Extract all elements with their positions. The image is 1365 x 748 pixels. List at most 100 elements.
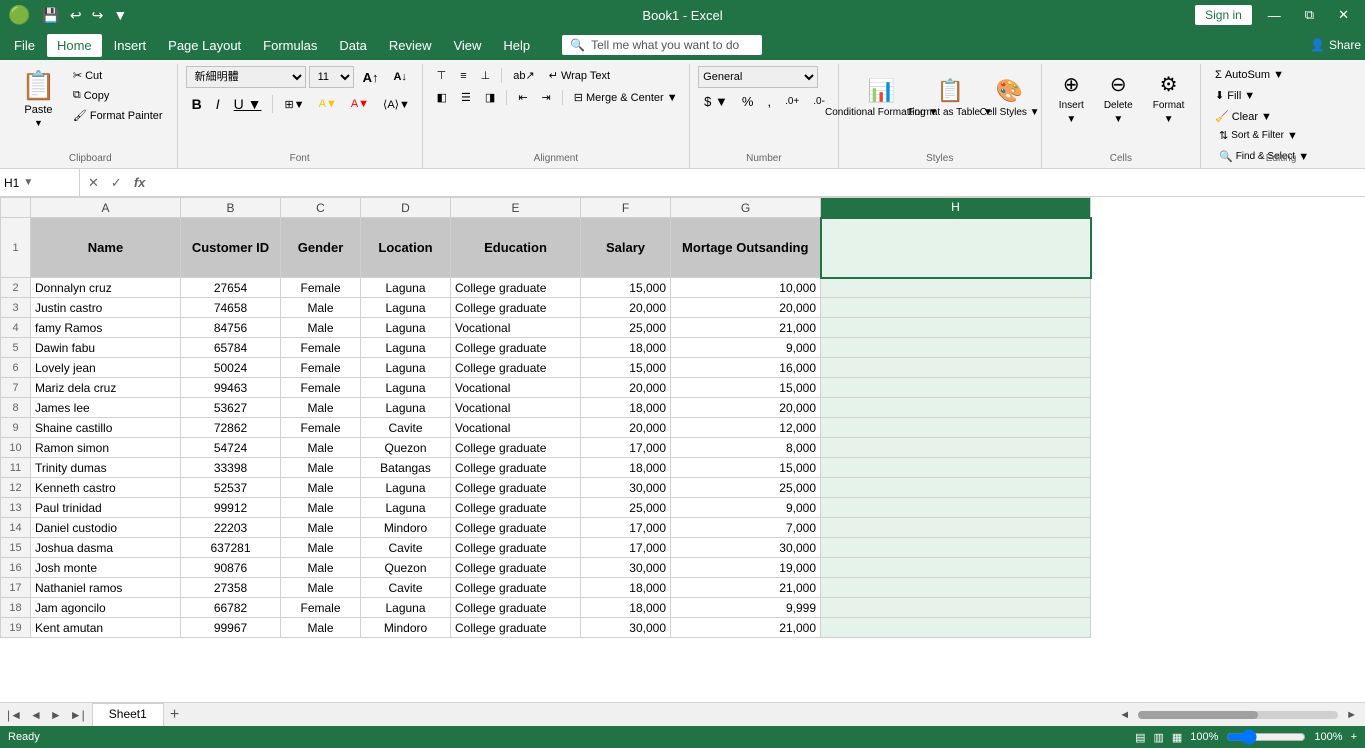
cell-salary[interactable]: 15,000 <box>581 278 671 298</box>
align-top-button[interactable]: ⊤ <box>431 66 453 85</box>
menu-review[interactable]: Review <box>379 34 442 57</box>
cell-customerid[interactable]: 53627 <box>181 398 281 418</box>
cell-name[interactable]: Joshua dasma <box>31 538 181 558</box>
cell-mortgage[interactable]: 7,000 <box>671 518 821 538</box>
decrease-font-button[interactable]: A↓ <box>387 68 412 86</box>
cell-location[interactable]: Quezon <box>361 558 451 578</box>
align-right-button[interactable]: ◨ <box>479 88 501 107</box>
cancel-formula-button[interactable]: ✕ <box>84 173 103 193</box>
wrap-text-button[interactable]: ↵ Wrap Text <box>543 66 616 85</box>
cell-education[interactable]: College graduate <box>451 458 581 478</box>
cell-name[interactable]: James lee <box>31 398 181 418</box>
decrease-indent-button[interactable]: ⇤ <box>512 88 533 107</box>
cell-name[interactable]: famy Ramos <box>31 318 181 338</box>
cell-h[interactable] <box>821 418 1091 438</box>
increase-font-button[interactable]: A↑ <box>357 67 385 88</box>
cell-location[interactable]: Cavite <box>361 418 451 438</box>
cell-customerid[interactable]: 27654 <box>181 278 281 298</box>
cell-h[interactable] <box>821 578 1091 598</box>
add-sheet-button[interactable]: + <box>166 703 183 726</box>
comma-button[interactable]: , <box>761 91 777 112</box>
cell-location[interactable]: Mindoro <box>361 618 451 638</box>
col-header-G[interactable]: G <box>671 198 821 218</box>
cell-location[interactable]: Laguna <box>361 318 451 338</box>
cell-name[interactable]: Trinity dumas <box>31 458 181 478</box>
align-left-button[interactable]: ◧ <box>431 88 453 107</box>
insert-button[interactable]: ⊕ Insert ▼ <box>1050 66 1093 130</box>
scroll-right-button[interactable]: ► <box>1346 709 1357 721</box>
menu-data[interactable]: Data <box>329 34 376 57</box>
cell-location[interactable]: Batangas <box>361 458 451 478</box>
cell-name[interactable]: Justin castro <box>31 298 181 318</box>
cell-gender[interactable]: Male <box>281 478 361 498</box>
col-header-D[interactable]: D <box>361 198 451 218</box>
cell-name[interactable]: Kent amutan <box>31 618 181 638</box>
cell-customerid[interactable]: 66782 <box>181 598 281 618</box>
zoom-in-button[interactable]: + <box>1351 731 1357 743</box>
customize-quick-access-icon[interactable]: ▼ <box>111 5 129 25</box>
cell-education[interactable]: College graduate <box>451 518 581 538</box>
cell-salary[interactable]: 18,000 <box>581 578 671 598</box>
cell-name[interactable]: Jam agoncilo <box>31 598 181 618</box>
minimize-button[interactable]: — <box>1260 6 1289 25</box>
layout-view-button[interactable]: ▥ <box>1153 731 1163 744</box>
first-sheet-button[interactable]: |◄ <box>4 708 25 722</box>
cell-name[interactable]: Ramon simon <box>31 438 181 458</box>
cell-education[interactable]: College graduate <box>451 598 581 618</box>
font-name-select[interactable]: 新細明體 <box>186 66 306 88</box>
cell-salary[interactable]: 30,000 <box>581 478 671 498</box>
cell-name[interactable]: Donnalyn cruz <box>31 278 181 298</box>
cell-mortgage[interactable]: 21,000 <box>671 578 821 598</box>
next-sheet-button[interactable]: ► <box>47 708 65 722</box>
align-middle-button[interactable]: ≡ <box>454 67 472 85</box>
cell-education[interactable]: Vocational <box>451 378 581 398</box>
col-header-B[interactable]: B <box>181 198 281 218</box>
cell-customerid[interactable]: 84756 <box>181 318 281 338</box>
cell-h[interactable] <box>821 558 1091 578</box>
paste-button[interactable]: 📋 Paste ▼ <box>12 66 65 130</box>
cell-mortgage[interactable]: 12,000 <box>671 418 821 438</box>
cell-education[interactable]: College graduate <box>451 538 581 558</box>
font-size-select[interactable]: 11 <box>309 66 354 88</box>
cell-location[interactable]: Laguna <box>361 398 451 418</box>
format-cells-button[interactable]: ⚙ Format ▼ <box>1144 66 1194 130</box>
cell-h[interactable] <box>821 538 1091 558</box>
cell-salary[interactable]: 17,000 <box>581 438 671 458</box>
italic-button[interactable]: I <box>210 93 226 115</box>
cell-h[interactable] <box>821 278 1091 298</box>
cell-mortgage[interactable]: 19,000 <box>671 558 821 578</box>
cell-gender[interactable]: Male <box>281 518 361 538</box>
cell-h[interactable] <box>821 618 1091 638</box>
cell-gender[interactable]: Male <box>281 458 361 478</box>
cell-h[interactable] <box>821 478 1091 498</box>
name-box[interactable]: H1 ▼ <box>0 169 80 196</box>
cell-gender[interactable]: Female <box>281 378 361 398</box>
cell-mortgage[interactable]: 9,999 <box>671 598 821 618</box>
cell-name[interactable]: Lovely jean <box>31 358 181 378</box>
restore-button[interactable]: ⧉ <box>1297 5 1322 25</box>
cell-salary[interactable]: 20,000 <box>581 298 671 318</box>
cell-gender[interactable]: Male <box>281 558 361 578</box>
cell-education[interactable]: Vocational <box>451 418 581 438</box>
format-painter-button[interactable]: 🖌 Format Painter <box>67 106 169 125</box>
menu-page-layout[interactable]: Page Layout <box>158 34 251 57</box>
cell-salary[interactable]: 20,000 <box>581 378 671 398</box>
cell-education[interactable]: College graduate <box>451 278 581 298</box>
search-label[interactable]: Tell me what you want to do <box>591 38 739 52</box>
cell-mortgage[interactable]: 21,000 <box>671 618 821 638</box>
cell-mortgage[interactable]: 15,000 <box>671 378 821 398</box>
cell-location[interactable]: Laguna <box>361 298 451 318</box>
cell-gender[interactable]: Female <box>281 338 361 358</box>
delete-button[interactable]: ⊖ Delete ▼ <box>1095 66 1142 130</box>
cell-location[interactable]: Quezon <box>361 438 451 458</box>
cell-salary[interactable]: 18,000 <box>581 398 671 418</box>
cell-customerid[interactable]: 72862 <box>181 418 281 438</box>
fill-color-button[interactable]: A▼ <box>313 95 343 113</box>
cell-gender[interactable]: Male <box>281 498 361 518</box>
cell-styles-button[interactable]: 🎨 Cell Styles ▼ <box>985 66 1035 130</box>
col-header-H[interactable]: H <box>821 198 1091 218</box>
cell-gender[interactable]: Male <box>281 398 361 418</box>
cell-name[interactable]: Daniel custodio <box>31 518 181 538</box>
menu-view[interactable]: View <box>443 34 491 57</box>
cell-salary[interactable]: 25,000 <box>581 318 671 338</box>
